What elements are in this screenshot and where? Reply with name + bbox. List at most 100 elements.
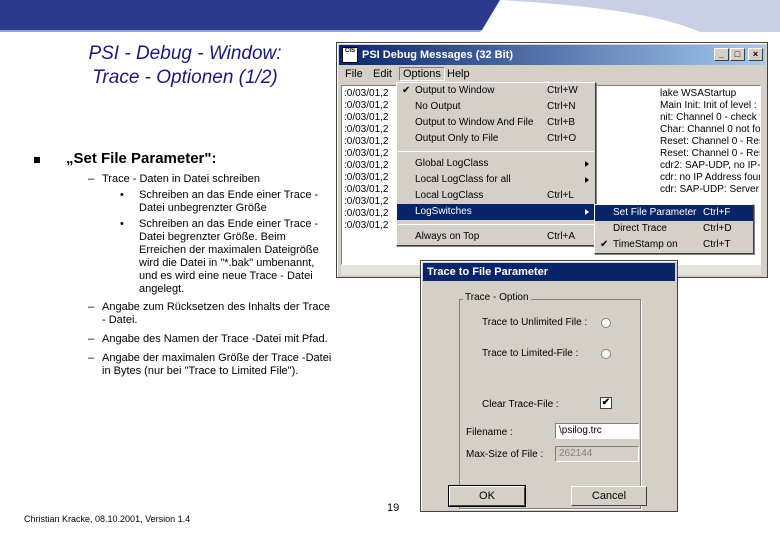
bullet-sub-1b: • Schreiben an das Ende einer Trace -Date… [32,218,332,296]
menu-item-direct-trace[interactable]: Direct Trace Ctrl+D [595,221,753,237]
submenu-arrow-icon [585,177,589,183]
checkmark-icon: ✔ [402,85,411,96]
cancel-button[interactable]: Cancel [571,486,647,506]
bullet-sub-1a-text: Schreiben an das Ende einer Trace -Datei… [139,189,319,214]
menu-item-label: Always on Top [415,231,480,242]
menu-item-local-logclass[interactable]: Local LogClass Ctrl+L [397,188,595,204]
dash-bullet-icon: – [88,352,95,364]
trace-option-group-label: Trace - Option [463,292,531,303]
menu-item-always-on-top[interactable]: Always on Top Ctrl+A [397,229,595,245]
logswitches-submenu: Set File Parameter Ctrl+F Direct Trace Ctr… [594,204,754,254]
menu-item-shortcut: Ctrl+A [547,231,576,242]
bullet-sub-1: – Trace - Daten in Datei schreiben [32,173,332,186]
menu-item-output-window-and-file[interactable]: Output to Window And File Ctrl+B [397,115,595,131]
log-message: nit: Channel 0 - check for predef [660,112,760,123]
menu-item-set-file-parameter[interactable]: Set File Parameter Ctrl+F [595,205,753,221]
max-size-input[interactable]: 262144 [555,446,639,462]
menu-item-label: Set File Parameter [613,207,697,218]
slide-header-band [0,0,780,32]
ok-button[interactable]: OK [448,485,526,507]
menu-file[interactable]: File [345,68,363,80]
log-timestamp: :0/03/01,2 [344,196,389,207]
submenu-arrow-icon [585,209,589,215]
log-timestamp: :0/03/01,2 [344,88,389,99]
menu-item-no-output[interactable]: No Output Ctrl+N [397,99,595,115]
slide-bullets: „Set File Parameter": – Trace - Daten in … [32,150,332,384]
menu-item-output-to-window[interactable]: ✔ Output to Window Ctrl+W [397,83,595,99]
bullet-sub-1-text: Trace - Daten in Datei schreiben [102,173,260,185]
menu-item-label: Local LogClass [415,190,484,201]
log-timestamp: :0/03/01,2 [344,160,389,171]
menu-bar: File Edit Options Help [339,67,765,83]
dot-bullet-icon: • [120,189,124,201]
menu-item-shortcut: Ctrl+N [547,101,576,112]
filename-input[interactable]: \psilog.trc [555,423,639,439]
log-timestamp: :0/03/01,2 [344,100,389,111]
close-button[interactable]: × [748,48,763,61]
bullet-sub-2-text: Angabe zum Rücksetzen des Inhalts der Tr… [102,301,331,326]
clear-trace-file-checkbox[interactable]: ✔ [600,397,612,409]
menu-item-logswitches[interactable]: LogSwitches [397,204,595,220]
menu-item-timestamp-on[interactable]: ✔ TimeStamp on Ctrl+T [595,237,753,253]
menu-item-shortcut: Ctrl+F [703,207,731,218]
clear-trace-file-label: Clear Trace-File : [482,399,559,410]
menu-item-output-only-file[interactable]: Output Only to File Ctrl+O [397,131,595,147]
dialog-title[interactable]: Trace to File Parameter [423,263,675,281]
log-message: Char: Channel 0 not found in ch [660,124,761,135]
log-timestamp: :0/03/01,2 [344,148,389,159]
menu-item-label: Local LogClass for all [415,174,511,185]
dash-bullet-icon: – [88,301,95,313]
log-message: Main Init: Init of level : ----------- [660,100,760,111]
unlimited-file-label: Trace to Unlimited File : [482,317,588,328]
log-timestamp: :0/03/01,2 [344,112,389,123]
menu-item-label: TimeStamp on [613,239,678,250]
log-message: cdr: SAP-UDP: Server addr from [660,184,760,195]
menu-item-label: Output to Window And File [415,117,534,128]
menu-item-shortcut: Ctrl+W [547,85,578,96]
bullet-sub-4: – Angabe der maximalen Größe der Trace -D… [32,352,332,378]
dot-bullet-icon: • [120,218,124,230]
menu-options[interactable]: Options [399,67,445,81]
menu-separator [398,224,594,225]
menu-item-label: Output Only to File [415,133,499,144]
menu-help[interactable]: Help [447,68,470,80]
submenu-arrow-icon [585,161,589,167]
log-message: Reset: Channel 0 - Reset receiv [660,148,760,159]
menu-item-label: Output to Window [415,85,495,96]
menu-item-local-logclass-all[interactable]: Local LogClass for all [397,172,595,188]
log-timestamp: :0/03/01,2 [344,184,389,195]
menu-item-label: Global LogClass [415,158,489,169]
minimize-button[interactable]: _ [714,48,729,61]
menu-item-label: No Output [415,101,461,112]
log-message: lake WSAStartup [660,88,737,99]
bullet-main-text: „Set File Parameter": [66,150,217,167]
filename-label: Filename : [466,427,513,438]
app-icon[interactable]: CIS [342,47,358,63]
menu-item-shortcut: Ctrl+B [547,117,576,128]
trace-file-dialog: Trace to File Parameter Trace - Option T… [420,260,678,512]
unlimited-file-radio[interactable] [601,318,611,328]
limited-file-radio[interactable] [601,349,611,359]
slide-title: PSI - Debug - Window: Trace - Optionen (… [40,42,330,90]
menu-item-global-logclass[interactable]: Global LogClass [397,156,595,172]
debug-window-title: PSI Debug Messages (32 Bit) [362,49,513,61]
slide-footer: Christian Kracke, 08.10.2001, Version 1.… [24,514,191,524]
log-timestamp: :0/03/01,2 [344,220,389,231]
menu-item-shortcut: Ctrl+O [547,133,577,144]
log-timestamp: :0/03/01,2 [344,124,389,135]
log-message: Reset: Channel 0 - Reset client ch [660,136,760,147]
square-bullet-icon [34,157,40,163]
maximize-button[interactable]: □ [730,48,745,61]
log-timestamp: :0/03/01,2 [344,172,389,183]
bullet-sub-3-text: Angabe des Namen der Trace -Datei mit Pf… [102,333,328,345]
dash-bullet-icon: – [88,173,95,185]
menu-edit[interactable]: Edit [373,68,392,80]
menu-item-shortcut: Ctrl+L [547,190,574,201]
log-timestamp: :0/03/01,2 [344,208,389,219]
menu-separator [398,151,594,152]
menu-item-shortcut: Ctrl+D [703,223,732,234]
bullet-sub-4-text: Angabe der maximalen Größe der Trace -Da… [102,352,332,377]
bullet-sub-2: – Angabe zum Rücksetzen des Inhalts der T… [32,301,332,327]
bullet-sub-3: – Angabe des Namen der Trace -Datei mit P… [32,333,332,346]
debug-window-titlebar[interactable]: CIS PSI Debug Messages (32 Bit) _ □ × [339,45,765,65]
